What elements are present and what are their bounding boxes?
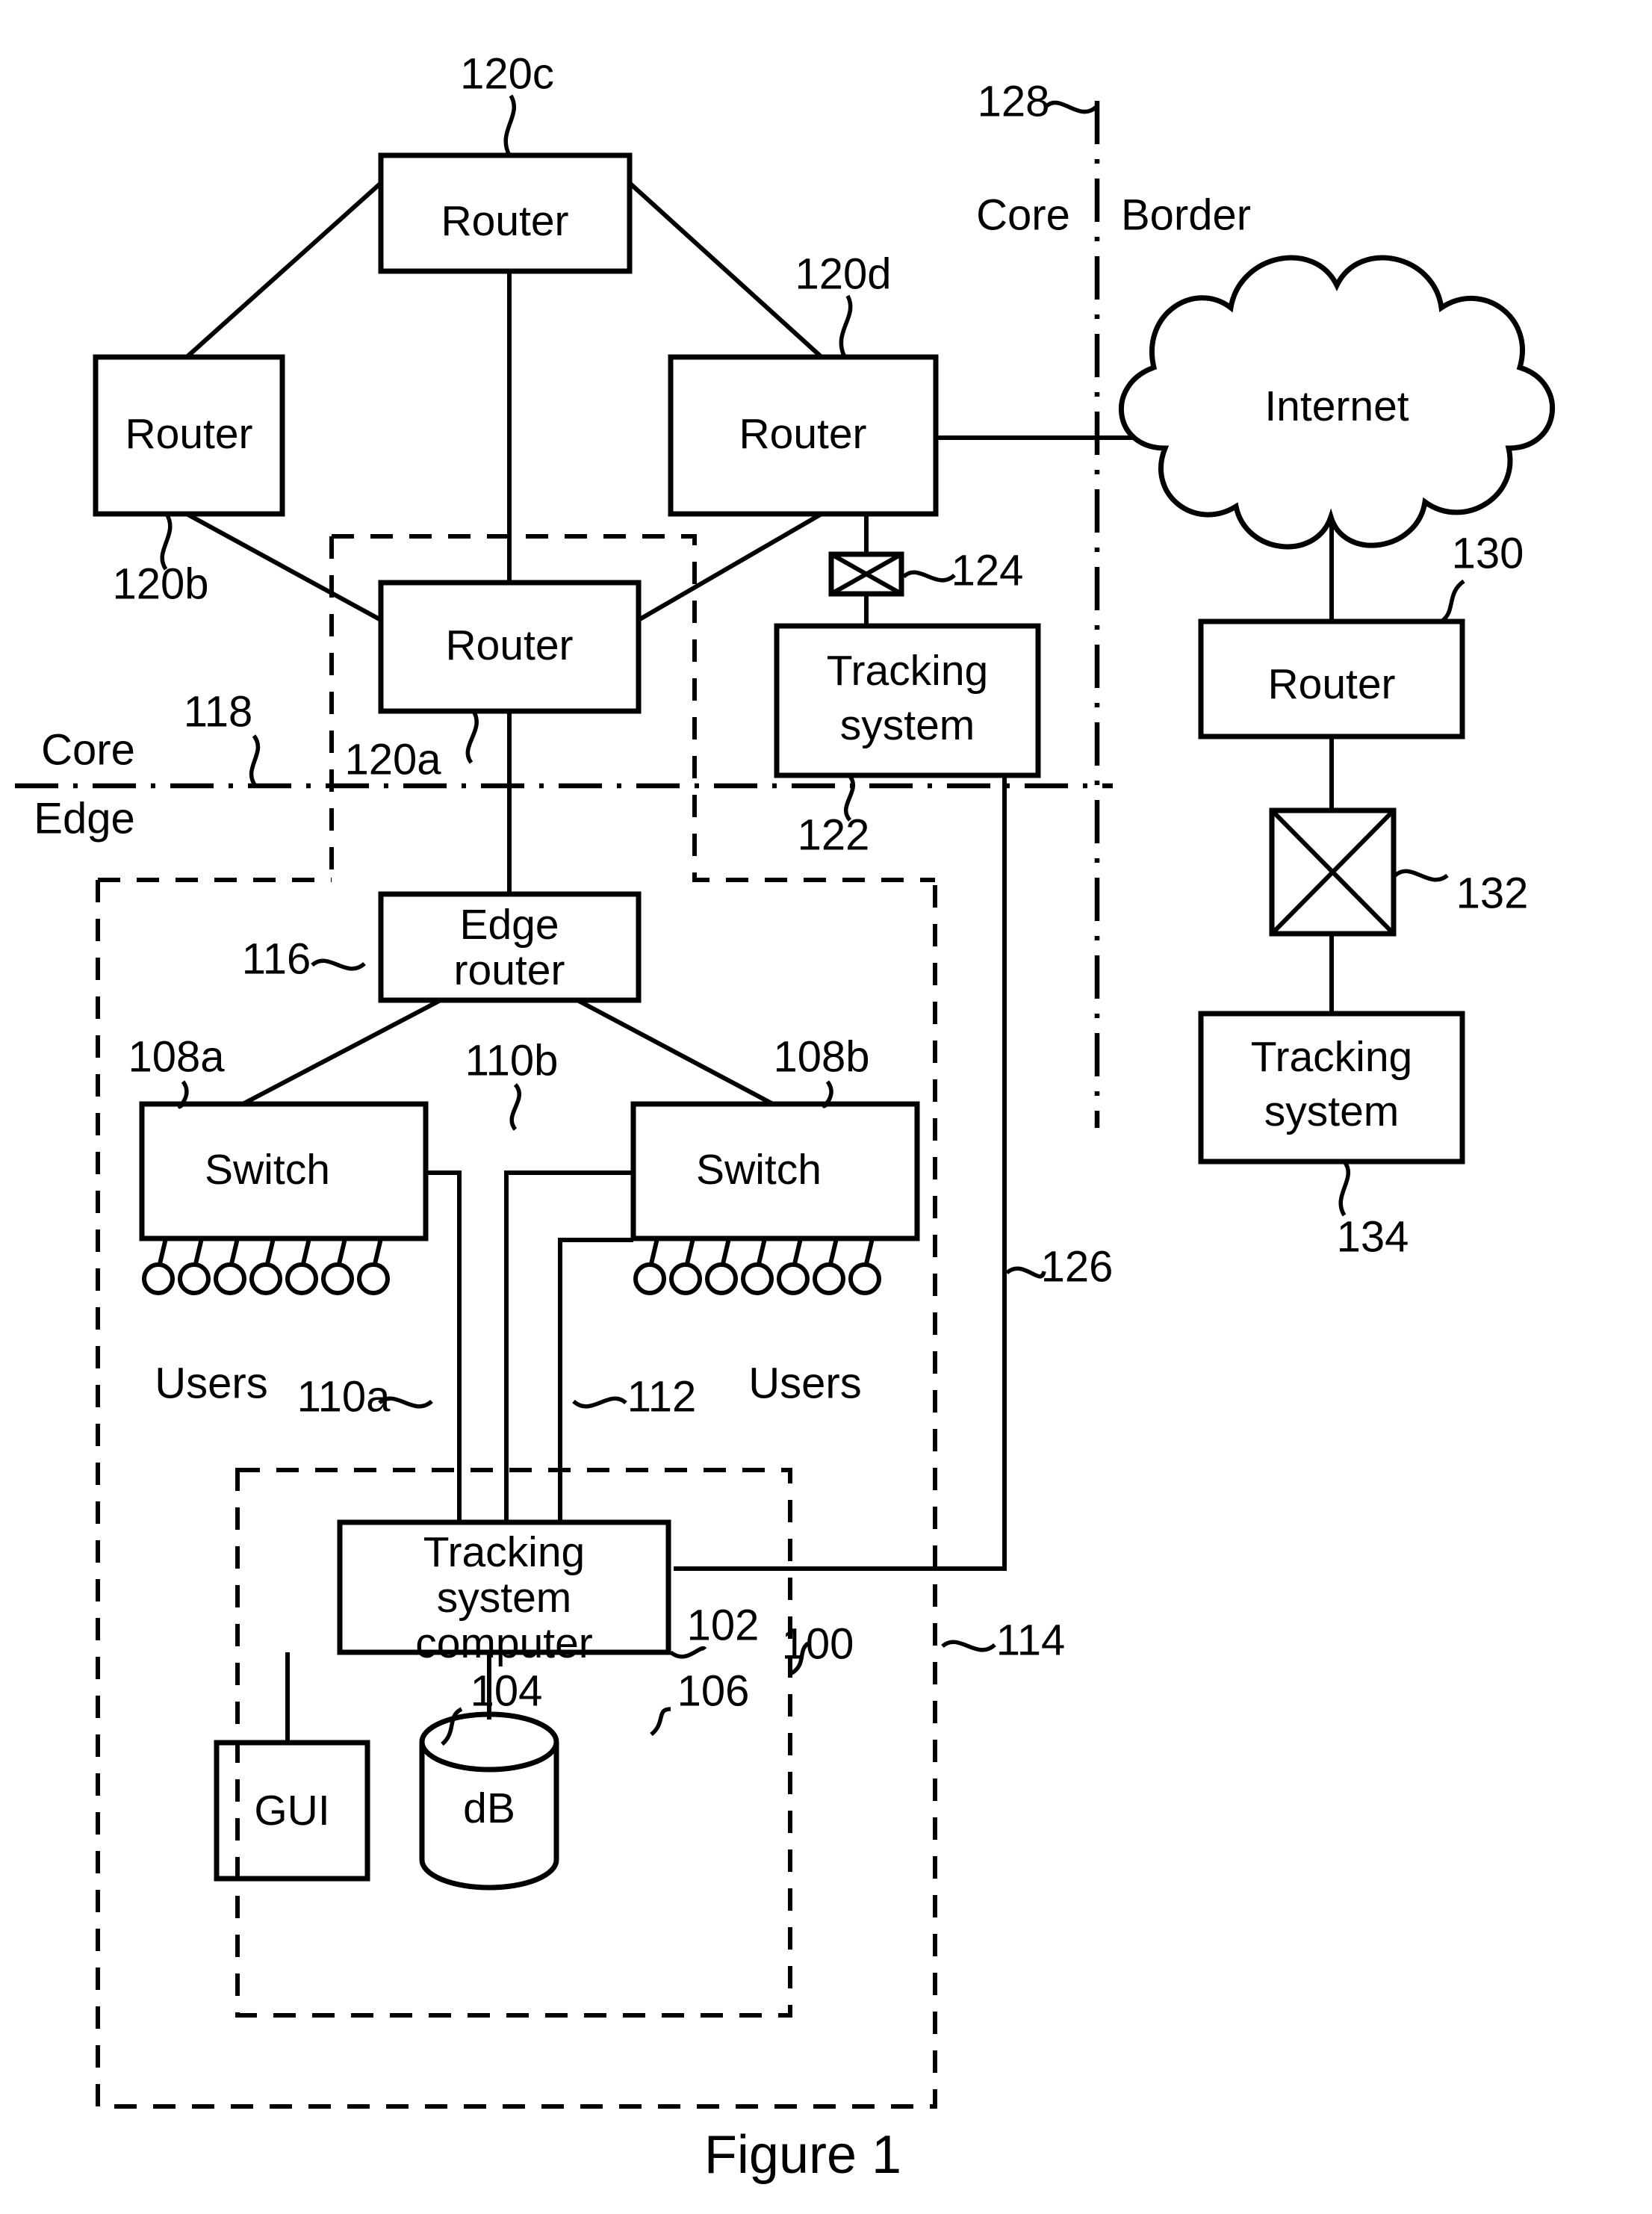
switch-108a-label: Switch <box>205 1146 330 1194</box>
ref-120a: 120a <box>344 735 441 784</box>
border-zone-label: Border <box>1121 190 1251 239</box>
wire-112-switch108b-to-computer <box>558 1238 633 1522</box>
ref-116: 116 <box>242 934 311 983</box>
ref-120c: 120c <box>460 49 554 98</box>
leader-120c <box>503 94 517 157</box>
leader-130 <box>1440 579 1465 624</box>
leader-106 <box>650 1707 671 1737</box>
tracking-computer-label-line2: system <box>437 1574 572 1622</box>
ref-124: 124 <box>951 546 1024 595</box>
router-120a-label: Router <box>445 621 573 669</box>
tracking-computer-label-line1: Tracking <box>423 1528 585 1576</box>
leader-114 <box>941 1640 996 1652</box>
link-120c-to-120d <box>627 181 824 359</box>
link-edge-router-to-switch-108a <box>241 998 442 1106</box>
users-left-label: Users <box>155 1359 267 1407</box>
tracking-system-122-label-line2: system <box>840 701 975 749</box>
leader-132 <box>1394 869 1449 882</box>
ref-106: 106 <box>677 1666 750 1715</box>
leader-118 <box>249 734 261 787</box>
ref-114: 114 <box>996 1616 1065 1664</box>
ref-100: 100 <box>782 1619 854 1668</box>
network-topology-diagram: Router Router Router Router Tracking sys… <box>15 49 1555 2185</box>
ref-122: 122 <box>798 810 870 859</box>
db-106-label: dB <box>463 1784 515 1832</box>
ref-104: 104 <box>471 1666 543 1715</box>
internet-cloud-label: Internet <box>1264 382 1409 430</box>
edge-router-116-label-line1: Edge <box>459 901 559 949</box>
link-120c-to-120b <box>184 181 383 359</box>
switch-108b-label: Switch <box>696 1146 822 1194</box>
ref-128: 128 <box>978 77 1050 125</box>
ref-110a: 110a <box>297 1372 391 1421</box>
leader-126 <box>1005 1266 1046 1279</box>
core-left-zone-label: Core <box>41 725 135 774</box>
leader-134 <box>1338 1160 1350 1217</box>
switch-108a-user-ports <box>142 1238 390 1295</box>
ref-130: 130 <box>1452 529 1524 577</box>
leader-120a <box>465 710 479 764</box>
users-right-label: Users <box>748 1359 861 1407</box>
router-130-label: Router <box>1267 660 1395 708</box>
ref-120d: 120d <box>795 249 891 298</box>
ref-134: 134 <box>1337 1212 1409 1261</box>
router-120c-label: Router <box>441 197 568 245</box>
ref-108a: 108a <box>128 1032 225 1081</box>
leader-120d <box>839 294 853 359</box>
ref-110b: 110b <box>465 1036 559 1085</box>
edge-router-116-label-line2: router <box>454 946 565 994</box>
leader-124 <box>902 570 956 583</box>
network-tap-132-icon[interactable] <box>1269 807 1397 937</box>
ref-112: 112 <box>627 1372 696 1421</box>
link-120d-to-120a <box>637 512 823 622</box>
link-edge-router-to-switch-108b <box>576 998 774 1106</box>
core-right-zone-label: Core <box>976 190 1070 239</box>
leader-112 <box>572 1396 627 1409</box>
gui-104-label: GUI <box>254 1787 329 1835</box>
leader-128 <box>1044 100 1098 114</box>
figure-caption: Figure 1 <box>704 2125 901 2185</box>
tracking-system-134-label-line2: system <box>1264 1088 1400 1135</box>
tracking-system-134-label-line1: Tracking <box>1251 1033 1412 1081</box>
network-tap-124-icon[interactable] <box>828 551 904 597</box>
ref-120b: 120b <box>112 559 208 608</box>
ref-108b: 108b <box>773 1032 869 1081</box>
ref-132: 132 <box>1456 869 1529 917</box>
edge-zone-label: Edge <box>34 794 134 843</box>
ref-118: 118 <box>184 687 252 736</box>
router-120d-label: Router <box>739 410 866 458</box>
router-120b-label: Router <box>125 410 252 458</box>
leader-110b <box>509 1083 522 1131</box>
leader-104 <box>441 1707 463 1746</box>
link-120b-to-120a <box>185 512 382 622</box>
tracking-computer-label-line3: computer <box>415 1619 593 1667</box>
ref-126: 126 <box>1041 1242 1114 1291</box>
tracking-system-122-label-line1: Tracking <box>827 647 988 695</box>
patent-figure-1: Router Router Router Router Tracking sys… <box>0 0 1652 2214</box>
ref-102: 102 <box>687 1601 760 1649</box>
leader-116 <box>311 958 366 971</box>
switch-108b-user-ports <box>633 1238 881 1295</box>
